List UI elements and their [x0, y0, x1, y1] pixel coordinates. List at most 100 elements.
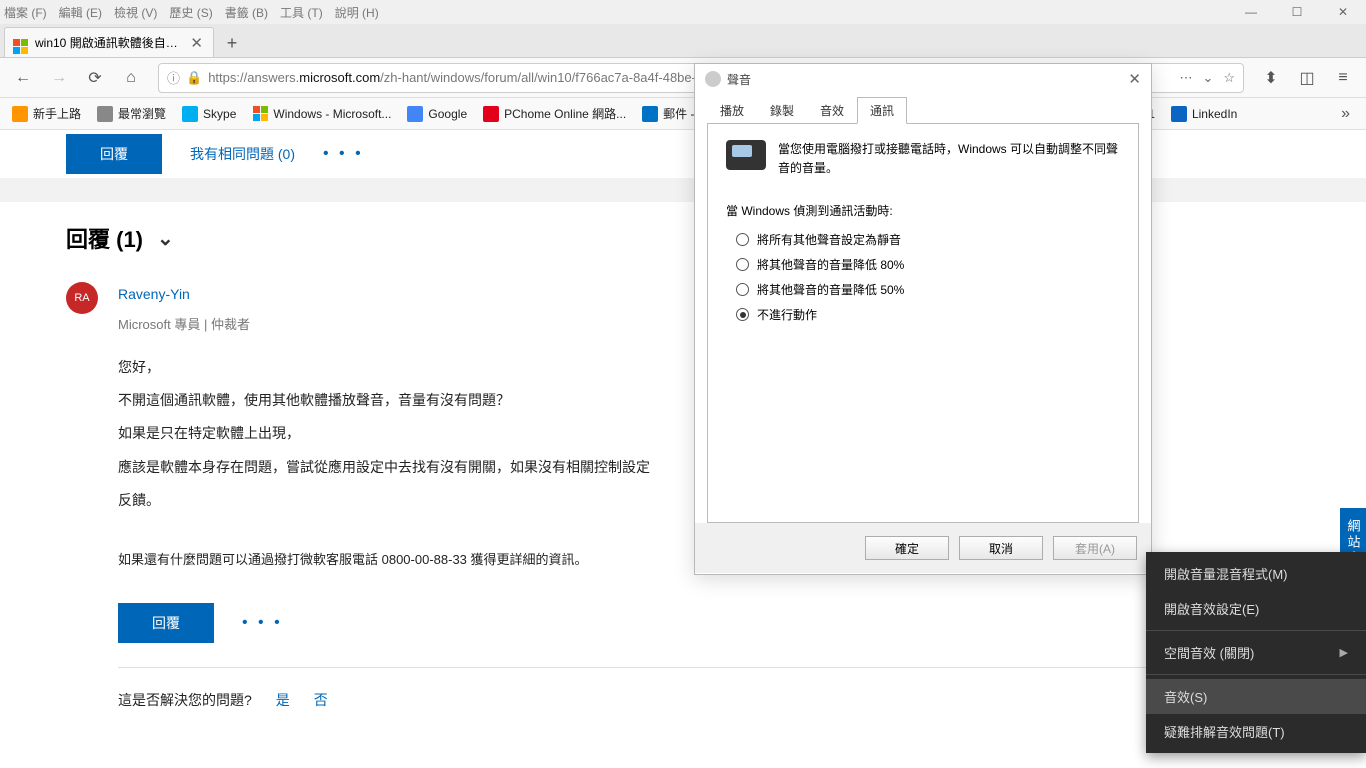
sound-option[interactable]: 將其他聲音的音量降低 50%: [736, 281, 1120, 298]
reply-button[interactable]: 回覆: [66, 134, 162, 174]
menu-history[interactable]: 歷史 (S): [169, 4, 212, 21]
menu-icon[interactable]: ≡: [1328, 63, 1358, 93]
context-menu-item[interactable]: 開啟音量混音程式(M): [1146, 556, 1366, 591]
sound-description: 當您使用電腦撥打或接聽電話時，Windows 可以自動調整不同聲音的音量。: [778, 140, 1120, 178]
sound-option[interactable]: 將所有其他聲音設定為靜音: [736, 231, 1120, 248]
bookmark-favicon: [483, 106, 499, 122]
sound-option[interactable]: 將其他聲音的音量降低 80%: [736, 256, 1120, 273]
sound-options-label: 當 Windows 偵測到通訊活動時:: [726, 202, 1120, 219]
sound-option-label: 將其他聲音的音量降低 80%: [757, 256, 904, 273]
bookmark-item[interactable]: LinkedIn: [1165, 101, 1243, 127]
bookmark-favicon: [407, 106, 423, 122]
sound-dialog: 聲音 ✕ 播放錄製音效通訊 當您使用電腦撥打或接聽電話時，Windows 可以自…: [694, 63, 1152, 575]
menu-bookmarks[interactable]: 書籤 (B): [225, 4, 268, 21]
sound-option-label: 不進行動作: [757, 306, 817, 323]
tab-close-icon[interactable]: ✕: [188, 34, 205, 52]
solve-question-label: 這是否解決您的問題?: [118, 686, 252, 715]
context-menu-item[interactable]: 音效(S): [1146, 679, 1366, 714]
context-menu-label: 空間音效 (關閉): [1164, 643, 1254, 662]
sound-tab[interactable]: 音效: [807, 97, 857, 124]
bookmark-item[interactable]: 新手上路: [6, 101, 87, 127]
browser-tab[interactable]: win10 開啟通訊軟體後自動調... ✕: [4, 27, 214, 57]
sound-dialog-title: 聲音: [727, 71, 751, 88]
radio-icon: [736, 233, 749, 246]
reload-button[interactable]: ⟳: [80, 63, 110, 93]
bookmark-favicon: [97, 106, 113, 122]
bookmark-label: 新手上路: [33, 105, 81, 122]
sidebar-icon[interactable]: ◫: [1292, 63, 1322, 93]
bookmark-label: Skype: [203, 107, 236, 121]
same-question-link[interactable]: 我有相同問題 (0): [190, 144, 295, 164]
menu-file[interactable]: 檔案 (F): [4, 4, 47, 21]
menu-edit[interactable]: 編輯 (E): [59, 4, 102, 21]
apply-button[interactable]: 套用(A): [1053, 536, 1137, 560]
browser-toolbar: ← → ⟳ ⌂ ⓘ 🔒 https://answers.microsoft.co…: [0, 58, 1366, 98]
bookmark-item[interactable]: PChome Online 網路...: [477, 101, 632, 127]
radio-icon: [736, 258, 749, 271]
bookmarks-bar: 新手上路 最常瀏覽 Skype Windows - Microsoft... Googl…: [0, 98, 1366, 130]
ok-button[interactable]: 確定: [865, 536, 949, 560]
replies-heading: 回覆 (1): [66, 222, 143, 254]
sound-tab[interactable]: 錄製: [757, 97, 807, 124]
radio-icon: [736, 283, 749, 296]
window-maximize[interactable]: ☐: [1274, 0, 1320, 24]
bookmark-item[interactable]: Windows - Microsoft...: [246, 101, 397, 127]
window-close[interactable]: ✕: [1320, 0, 1366, 24]
radio-icon: [736, 308, 749, 321]
reply-button[interactable]: 回覆: [118, 603, 214, 643]
browser-tabstrip: win10 開啟通訊軟體後自動調... ✕ +: [0, 24, 1366, 58]
bookmark-star-icon[interactable]: ☆: [1223, 70, 1235, 86]
solve-no[interactable]: 否: [314, 686, 328, 715]
bookmark-item[interactable]: Google: [401, 101, 473, 127]
bookmark-label: PChome Online 網路...: [504, 105, 626, 122]
bookmark-label: 最常瀏覽: [118, 105, 166, 122]
menu-view[interactable]: 檢視 (V): [114, 4, 157, 21]
bookmark-label: Google: [428, 107, 467, 121]
sound-option[interactable]: 不進行動作: [736, 306, 1120, 323]
lock-icon: 🔒: [186, 70, 202, 86]
window-menubar: 檔案 (F) 編輯 (E) 檢視 (V) 歷史 (S) 書籤 (B) 工具 (T…: [0, 0, 1366, 24]
question-actions: 回覆 我有相同問題 (0) • • •: [0, 130, 1366, 178]
bookmarks-overflow-icon[interactable]: »: [1331, 105, 1360, 123]
more-actions-icon[interactable]: • • •: [242, 606, 283, 640]
bookmark-favicon: [1171, 106, 1187, 122]
site-info-icon[interactable]: ⓘ: [167, 68, 180, 87]
chevron-down-icon[interactable]: ⌄: [157, 226, 174, 251]
tab-favicon: [13, 35, 29, 51]
sound-dialog-icon: [705, 71, 721, 87]
context-menu-item[interactable]: 開啟音效設定(E): [1146, 591, 1366, 626]
close-icon[interactable]: ✕: [1128, 70, 1141, 88]
sound-tab[interactable]: 播放: [707, 97, 757, 124]
context-menu-label: 疑難排解音效問題(T): [1164, 722, 1285, 741]
library-icon[interactable]: ⬍: [1256, 63, 1286, 93]
bookmark-favicon: [252, 106, 268, 122]
solve-yes[interactable]: 是: [276, 686, 290, 715]
tray-context-menu: 開啟音量混音程式(M) 開啟音效設定(E) 空間音效 (關閉) ▶ 音效(S) 疑難排解音…: [1146, 552, 1366, 753]
cancel-button[interactable]: 取消: [959, 536, 1043, 560]
section-divider: [0, 178, 1366, 202]
new-tab-button[interactable]: +: [218, 29, 246, 57]
sound-tab[interactable]: 通訊: [857, 97, 907, 124]
context-menu-label: 開啟音效設定(E): [1164, 599, 1259, 618]
pocket-icon[interactable]: ⌄: [1202, 70, 1213, 86]
context-menu-label: 音效(S): [1164, 687, 1207, 706]
home-button[interactable]: ⌂: [116, 63, 146, 93]
more-actions-icon[interactable]: • • •: [323, 145, 364, 163]
menu-help[interactable]: 說明 (H): [335, 4, 379, 21]
context-menu-item[interactable]: 空間音效 (關閉) ▶: [1146, 635, 1366, 670]
context-menu-item[interactable]: 疑難排解音效問題(T): [1146, 714, 1366, 749]
menu-tools[interactable]: 工具 (T): [280, 4, 323, 21]
tab-title: win10 開啟通訊軟體後自動調...: [35, 34, 188, 51]
bookmark-item[interactable]: 最常瀏覽: [91, 101, 172, 127]
forward-button[interactable]: →: [44, 63, 74, 93]
sound-option-label: 將所有其他聲音設定為靜音: [757, 231, 901, 248]
context-menu-label: 開啟音量混音程式(M): [1164, 564, 1288, 583]
window-minimize[interactable]: —: [1228, 0, 1274, 24]
chevron-right-icon: ▶: [1340, 646, 1348, 659]
back-button[interactable]: ←: [8, 63, 38, 93]
more-icon[interactable]: ⋯: [1179, 70, 1192, 86]
bookmark-item[interactable]: Skype: [176, 101, 242, 127]
bookmark-label: Windows - Microsoft...: [273, 107, 391, 121]
bookmark-favicon: [642, 106, 658, 122]
bookmark-label: LinkedIn: [1192, 107, 1237, 121]
